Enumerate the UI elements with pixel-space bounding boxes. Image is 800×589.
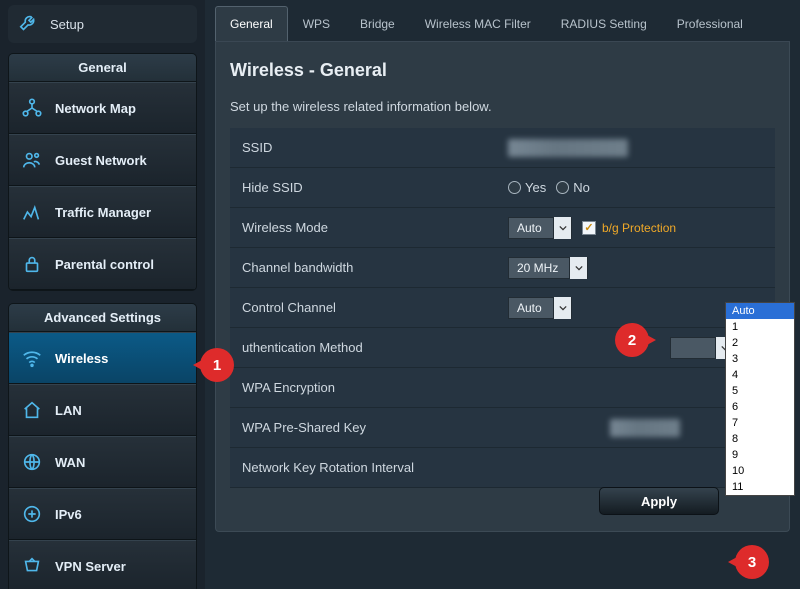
main: General WPS Bridge Wireless MAC Filter R… bbox=[205, 0, 800, 589]
tab-wps[interactable]: WPS bbox=[288, 6, 345, 41]
apply-button[interactable]: Apply bbox=[599, 487, 719, 515]
label-wpa-psk: WPA Pre-Shared Key bbox=[230, 410, 500, 445]
option[interactable]: 1 bbox=[726, 319, 794, 335]
sidebar-item-ipv6[interactable]: IPv6 bbox=[9, 488, 196, 540]
label-wireless-mode: Wireless Mode bbox=[230, 210, 500, 245]
sidebar-group-advanced: Wireless LAN WAN IPv6 VPN Server bbox=[8, 331, 197, 589]
tab-mac-filter[interactable]: Wireless MAC Filter bbox=[410, 6, 546, 41]
sidebar-item-wireless[interactable]: Wireless bbox=[9, 332, 196, 384]
sidebar-item-wan[interactable]: WAN bbox=[9, 436, 196, 488]
network-map-icon bbox=[21, 97, 43, 119]
sidebar-section-general: General bbox=[8, 53, 197, 81]
page-subtitle: Set up the wireless related information … bbox=[230, 99, 775, 114]
panel: Wireless - General Set up the wireless r… bbox=[215, 42, 790, 532]
row-wpa-encryption: WPA Encryption bbox=[230, 368, 775, 408]
tabs: General WPS Bridge Wireless MAC Filter R… bbox=[215, 6, 790, 42]
sidebar-item-label: Parental control bbox=[55, 257, 154, 272]
guest-icon bbox=[21, 149, 43, 171]
traffic-icon bbox=[21, 201, 43, 223]
row-key-rotation: Network Key Rotation Interval bbox=[230, 448, 775, 488]
sidebar-item-label: LAN bbox=[55, 403, 82, 418]
select-wireless-mode[interactable]: Auto bbox=[508, 217, 572, 239]
sidebar-item-label: Network Map bbox=[55, 101, 136, 116]
sidebar-item-parental-control[interactable]: Parental control bbox=[9, 238, 196, 290]
tab-radius[interactable]: RADIUS Setting bbox=[546, 6, 662, 41]
label-wpa-encryption: WPA Encryption bbox=[230, 370, 500, 405]
select-control-channel[interactable]: Auto bbox=[508, 297, 572, 319]
checkbox-bg-protection[interactable]: ✓ b/g Protection bbox=[582, 221, 676, 235]
sidebar-item-label: WAN bbox=[55, 455, 85, 470]
row-auth-method: uthentication Method bbox=[230, 328, 775, 368]
sidebar-item-traffic-manager[interactable]: Traffic Manager bbox=[9, 186, 196, 238]
vpn-icon bbox=[21, 555, 43, 577]
sidebar-item-label: Traffic Manager bbox=[55, 205, 151, 220]
ssid-value[interactable] bbox=[508, 139, 628, 157]
wrench-icon bbox=[18, 13, 40, 35]
row-channel-bandwidth: Channel bandwidth 20 MHz bbox=[230, 248, 775, 288]
option[interactable]: 11 bbox=[726, 479, 794, 495]
chevron-down-icon bbox=[569, 257, 587, 279]
annotation-pin-3: 3 bbox=[735, 545, 769, 579]
sidebar-group-general: Network Map Guest Network Traffic Manage… bbox=[8, 81, 197, 291]
sidebar-item-network-map[interactable]: Network Map bbox=[9, 82, 196, 134]
globe-icon bbox=[21, 451, 43, 473]
sidebar-section-advanced: Advanced Settings bbox=[8, 303, 197, 331]
wireless-icon bbox=[21, 347, 43, 369]
sidebar-item-label: Guest Network bbox=[55, 153, 147, 168]
home-icon bbox=[21, 399, 43, 421]
row-ssid: SSID bbox=[230, 128, 775, 168]
label-ssid: SSID bbox=[230, 130, 500, 165]
row-hide-ssid: Hide SSID Yes No bbox=[230, 168, 775, 208]
option[interactable]: 2 bbox=[726, 335, 794, 351]
option[interactable]: 8 bbox=[726, 431, 794, 447]
tab-professional[interactable]: Professional bbox=[662, 6, 758, 41]
tab-general[interactable]: General bbox=[215, 6, 288, 41]
option[interactable]: 5 bbox=[726, 383, 794, 399]
label-hide-ssid: Hide SSID bbox=[230, 170, 500, 205]
page-title: Wireless - General bbox=[230, 60, 775, 81]
sidebar-item-lan[interactable]: LAN bbox=[9, 384, 196, 436]
option[interactable]: Auto bbox=[726, 303, 794, 319]
control-channel-dropdown[interactable]: Auto 1 2 3 4 5 6 7 8 9 10 11 bbox=[725, 302, 795, 496]
chevron-down-icon bbox=[553, 217, 571, 239]
sidebar-item-label: IPv6 bbox=[55, 507, 82, 522]
option[interactable]: 10 bbox=[726, 463, 794, 479]
sidebar-item-setup[interactable]: Setup bbox=[8, 5, 197, 43]
option[interactable]: 4 bbox=[726, 367, 794, 383]
chevron-down-icon bbox=[553, 297, 571, 319]
sidebar-item-vpn-server[interactable]: VPN Server bbox=[9, 540, 196, 589]
label-key-rotation: Network Key Rotation Interval bbox=[230, 450, 500, 485]
row-wpa-psk: WPA Pre-Shared Key bbox=[230, 408, 775, 448]
row-control-channel: Control Channel Auto bbox=[230, 288, 775, 328]
lock-icon bbox=[21, 253, 43, 275]
label-control-channel: Control Channel bbox=[230, 290, 500, 325]
radio-hide-ssid-yes[interactable]: Yes bbox=[508, 180, 546, 195]
label-auth-method: uthentication Method bbox=[230, 330, 500, 365]
select-channel-bandwidth[interactable]: 20 MHz bbox=[508, 257, 588, 279]
annotation-pin-1: 1 bbox=[200, 348, 234, 382]
wpa-psk-value[interactable] bbox=[610, 419, 680, 437]
option[interactable]: 3 bbox=[726, 351, 794, 367]
row-wireless-mode: Wireless Mode Auto ✓ b/g Protection bbox=[230, 208, 775, 248]
option[interactable]: 9 bbox=[726, 447, 794, 463]
option[interactable]: 7 bbox=[726, 415, 794, 431]
sidebar: Setup General Network Map Guest Network … bbox=[0, 0, 205, 589]
sidebar-item-guest-network[interactable]: Guest Network bbox=[9, 134, 196, 186]
label-channel-bandwidth: Channel bandwidth bbox=[230, 250, 500, 285]
annotation-pin-2: 2 bbox=[615, 323, 649, 357]
sidebar-item-label: Setup bbox=[50, 17, 84, 32]
ipv6-icon bbox=[21, 503, 43, 525]
sidebar-item-label: VPN Server bbox=[55, 559, 126, 574]
option[interactable]: 6 bbox=[726, 399, 794, 415]
radio-hide-ssid-no[interactable]: No bbox=[556, 180, 590, 195]
tab-bridge[interactable]: Bridge bbox=[345, 6, 410, 41]
sidebar-item-label: Wireless bbox=[55, 351, 108, 366]
